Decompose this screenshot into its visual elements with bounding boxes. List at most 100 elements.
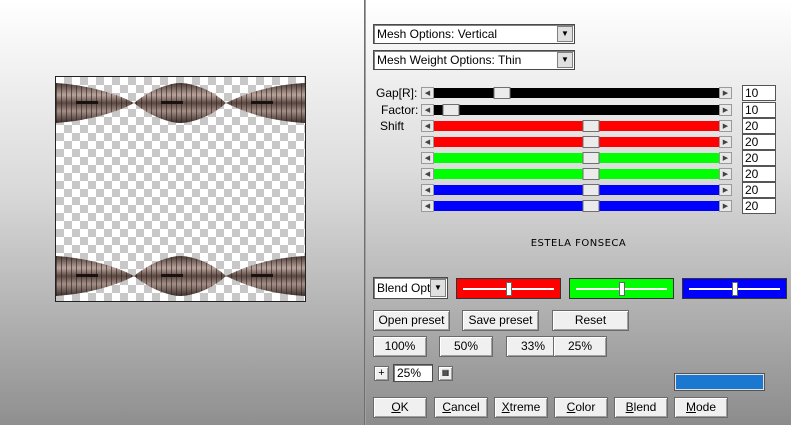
slider-label: Shift xyxy=(380,119,405,133)
slider-track[interactable] xyxy=(434,104,719,116)
red-blend-slider xyxy=(463,282,554,296)
ok-button[interactable]: OK xyxy=(373,397,427,418)
slider-track[interactable] xyxy=(434,152,719,164)
arrow-right-icon[interactable]: ▶ xyxy=(719,168,732,180)
slider-thumb[interactable] xyxy=(582,136,600,148)
slider-thumb[interactable] xyxy=(582,168,600,180)
mesh-weight-select[interactable]: Mesh Weight Options: Thin ▼ xyxy=(373,50,575,70)
mesh-options-value: Mesh Options: Vertical xyxy=(377,27,498,41)
slider-value-field[interactable]: 20 xyxy=(742,166,776,182)
zoom-25-button[interactable]: 25% xyxy=(553,336,607,357)
slider-1[interactable]: ◀ ▶ xyxy=(421,104,732,116)
arrow-left-icon[interactable]: ◀ xyxy=(421,120,434,132)
green-blend-thumb[interactable] xyxy=(618,282,625,296)
blend-options-select[interactable]: Blend Optio ▼ xyxy=(373,277,448,299)
slider-2[interactable]: ◀ ▶ xyxy=(421,120,732,132)
slider-label: Gap[R]: xyxy=(376,86,418,100)
arrow-right-icon[interactable]: ▶ xyxy=(719,200,732,212)
ok-mnemonic: O xyxy=(391,400,401,414)
zoom-plus-button[interactable]: + xyxy=(374,366,389,381)
xtreme-label: treme xyxy=(509,400,541,414)
slider-label: Factor: xyxy=(381,103,419,117)
xtreme-button[interactable]: Xtreme xyxy=(494,397,548,418)
blend-mnemonic: B xyxy=(625,400,634,414)
cancel-label: ancel xyxy=(450,400,480,414)
slider-thumb[interactable] xyxy=(582,184,600,196)
slider-thumb[interactable] xyxy=(493,87,511,99)
progress-bar xyxy=(674,373,765,391)
slider-thumb[interactable] xyxy=(582,152,600,164)
slider-thumb[interactable] xyxy=(442,104,460,116)
zoom-100-button[interactable]: 100% xyxy=(373,336,427,357)
chevron-down-icon[interactable]: ▼ xyxy=(430,279,446,297)
slider-0[interactable]: ◀ ▶ xyxy=(421,87,732,99)
xtreme-mnemonic: X xyxy=(501,400,510,414)
slider-track[interactable] xyxy=(434,168,719,180)
zoom-value-field[interactable]: 25% xyxy=(393,364,433,382)
slider-track[interactable] xyxy=(434,136,719,148)
mode-mnemonic: M xyxy=(685,400,696,414)
preview-panel xyxy=(0,0,365,425)
chevron-down-icon[interactable]: ▼ xyxy=(557,52,573,68)
zoom-50-button[interactable]: 50% xyxy=(439,336,493,357)
arrow-right-icon[interactable]: ▶ xyxy=(719,87,732,99)
settings-panel: Mesh Options: Vertical ▼ Mesh Weight Opt… xyxy=(366,0,791,425)
blue-blend-slider xyxy=(689,282,780,296)
mesh-weight-value: Mesh Weight Options: Thin xyxy=(377,53,522,67)
arrow-right-icon[interactable]: ▶ xyxy=(719,136,732,148)
arrow-left-icon[interactable]: ◀ xyxy=(421,104,434,116)
red-blend-swatch[interactable] xyxy=(456,278,561,299)
reset-button[interactable]: Reset xyxy=(552,310,629,331)
mesh-options-select[interactable]: Mesh Options: Vertical ▼ xyxy=(373,24,575,44)
blend-button[interactable]: Blend xyxy=(614,397,668,418)
save-preset-button[interactable]: Save preset xyxy=(462,310,539,331)
arrow-right-icon[interactable]: ▶ xyxy=(719,104,732,116)
mesh-band-bottom xyxy=(56,256,305,296)
cancel-button[interactable]: Cancel xyxy=(434,397,488,418)
slider-value-field[interactable]: 20 xyxy=(742,150,776,166)
arrow-left-icon[interactable]: ◀ xyxy=(421,184,434,196)
arrow-right-icon[interactable]: ▶ xyxy=(719,184,732,196)
credit-text: ESTELA FONSECA xyxy=(530,238,627,249)
color-button[interactable]: Color xyxy=(554,397,608,418)
zoom-grid-icon[interactable]: ▦ xyxy=(438,366,453,381)
slider-value-field[interactable]: 20 xyxy=(742,198,776,214)
arrow-left-icon[interactable]: ◀ xyxy=(421,168,434,180)
ok-label: K xyxy=(400,400,409,414)
blend-label: lend xyxy=(633,400,657,414)
blue-blend-swatch[interactable] xyxy=(682,278,787,299)
slider-3[interactable]: ◀ ▶ xyxy=(421,136,732,148)
arrow-right-icon[interactable]: ▶ xyxy=(719,120,732,132)
slider-thumb[interactable] xyxy=(582,200,600,212)
slider-value-field[interactable]: 20 xyxy=(742,134,776,150)
open-preset-button[interactable]: Open preset xyxy=(373,310,450,331)
mode-label: ode xyxy=(695,400,717,414)
slider-track[interactable] xyxy=(434,87,719,99)
slider-value-field[interactable]: 20 xyxy=(742,182,776,198)
slider-value-field[interactable]: 20 xyxy=(742,118,776,134)
slider-value-field[interactable]: 10 xyxy=(742,85,776,101)
arrow-left-icon[interactable]: ◀ xyxy=(421,87,434,99)
zoom-33-button[interactable]: 33% xyxy=(506,336,560,357)
slider-track[interactable] xyxy=(434,200,719,212)
slider-value-field[interactable]: 10 xyxy=(742,102,776,118)
cancel-mnemonic: C xyxy=(442,400,451,414)
slider-7[interactable]: ◀ ▶ xyxy=(421,200,732,212)
green-blend-swatch[interactable] xyxy=(569,278,674,299)
arrow-right-icon[interactable]: ▶ xyxy=(719,152,732,164)
arrow-left-icon[interactable]: ◀ xyxy=(421,136,434,148)
slider-track[interactable] xyxy=(434,184,719,196)
slider-track[interactable] xyxy=(434,120,719,132)
chevron-down-icon[interactable]: ▼ xyxy=(557,26,573,42)
red-blend-thumb[interactable] xyxy=(505,282,512,296)
mesh-band-top xyxy=(56,83,305,123)
arrow-left-icon[interactable]: ◀ xyxy=(421,200,434,212)
arrow-left-icon[interactable]: ◀ xyxy=(421,152,434,164)
blue-blend-thumb[interactable] xyxy=(731,282,738,296)
mode-button[interactable]: Mode xyxy=(674,397,728,418)
slider-thumb[interactable] xyxy=(582,120,600,132)
slider-6[interactable]: ◀ ▶ xyxy=(421,184,732,196)
preview-canvas xyxy=(55,76,306,302)
slider-5[interactable]: ◀ ▶ xyxy=(421,168,732,180)
slider-4[interactable]: ◀ ▶ xyxy=(421,152,732,164)
